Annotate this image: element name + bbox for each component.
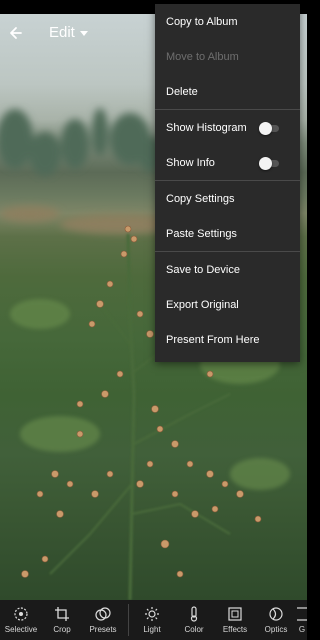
menu-item-label: Present From Here — [166, 333, 260, 346]
menu-item-label: Delete — [166, 85, 198, 98]
tool-label: Light — [143, 625, 161, 634]
tool-color[interactable]: Color — [178, 600, 210, 640]
tool-optics[interactable]: Optics — [260, 600, 292, 640]
menu-item-show-histogram[interactable]: Show Histogram — [155, 110, 300, 145]
tool-label: Optics — [264, 625, 288, 634]
menu-item-paste-settings[interactable]: Paste Settings — [155, 216, 300, 251]
tool-label: G — [298, 625, 306, 634]
back-button[interactable] — [6, 22, 28, 44]
menu-item-copy-settings[interactable]: Copy Settings — [155, 181, 300, 216]
histogram-toggle[interactable] — [259, 121, 279, 135]
bottom-toolbar: Selective Crop Presets Light Color Effec… — [0, 600, 307, 640]
toggle-knob — [259, 156, 272, 170]
selective-icon — [14, 607, 28, 621]
tool-presets[interactable]: Presets — [86, 600, 120, 640]
optics-icon — [269, 607, 283, 621]
menu-item-label: Copy to Album — [166, 15, 238, 28]
tool-label: Color — [184, 625, 204, 634]
color-thermometer-icon — [190, 606, 198, 622]
geometry-icon — [297, 607, 307, 621]
effects-icon — [228, 607, 242, 621]
menu-item-move-to-album: Move to Album — [155, 39, 300, 74]
toggle-knob — [259, 121, 272, 135]
menu-item-label: Save to Device — [166, 263, 240, 276]
tool-geometry[interactable]: G — [297, 600, 307, 640]
menu-item-label: Copy Settings — [166, 192, 235, 205]
menu-item-label: Export Original — [166, 298, 239, 311]
tool-crop[interactable]: Crop — [46, 600, 78, 640]
info-toggle[interactable] — [259, 156, 279, 170]
menu-item-label: Show Histogram — [166, 121, 247, 134]
menu-item-label: Paste Settings — [166, 227, 237, 240]
menu-item-copy-to-album[interactable]: Copy to Album — [155, 4, 300, 39]
toolbar-divider — [128, 604, 129, 636]
menu-item-label: Move to Album — [166, 50, 239, 63]
chevron-down-icon — [79, 31, 88, 36]
tool-label: Selective — [4, 625, 38, 634]
menu-item-label: Show Info — [166, 156, 215, 169]
menu-item-delete[interactable]: Delete — [155, 74, 300, 109]
tool-label: Crop — [53, 625, 71, 634]
menu-item-save-to-device[interactable]: Save to Device — [155, 252, 300, 287]
menu-item-show-info[interactable]: Show Info — [155, 145, 300, 180]
menu-item-export-original[interactable]: Export Original — [155, 287, 300, 322]
tool-selective[interactable]: Selective — [4, 600, 38, 640]
light-icon — [145, 607, 159, 621]
tool-label: Presets — [89, 625, 117, 634]
tool-effects[interactable]: Effects — [218, 600, 252, 640]
tool-label: Effects — [222, 625, 248, 634]
page-title: Edit — [49, 24, 75, 41]
overflow-menu: Copy to Album Move to Album Delete Show … — [155, 4, 300, 362]
crop-icon — [55, 607, 69, 621]
presets-icon — [95, 607, 111, 621]
back-arrow-icon — [10, 27, 22, 39]
tool-light[interactable]: Light — [136, 600, 168, 640]
edit-mode-dropdown[interactable]: Edit — [49, 24, 88, 41]
menu-item-present-from-here[interactable]: Present From Here — [155, 322, 300, 357]
